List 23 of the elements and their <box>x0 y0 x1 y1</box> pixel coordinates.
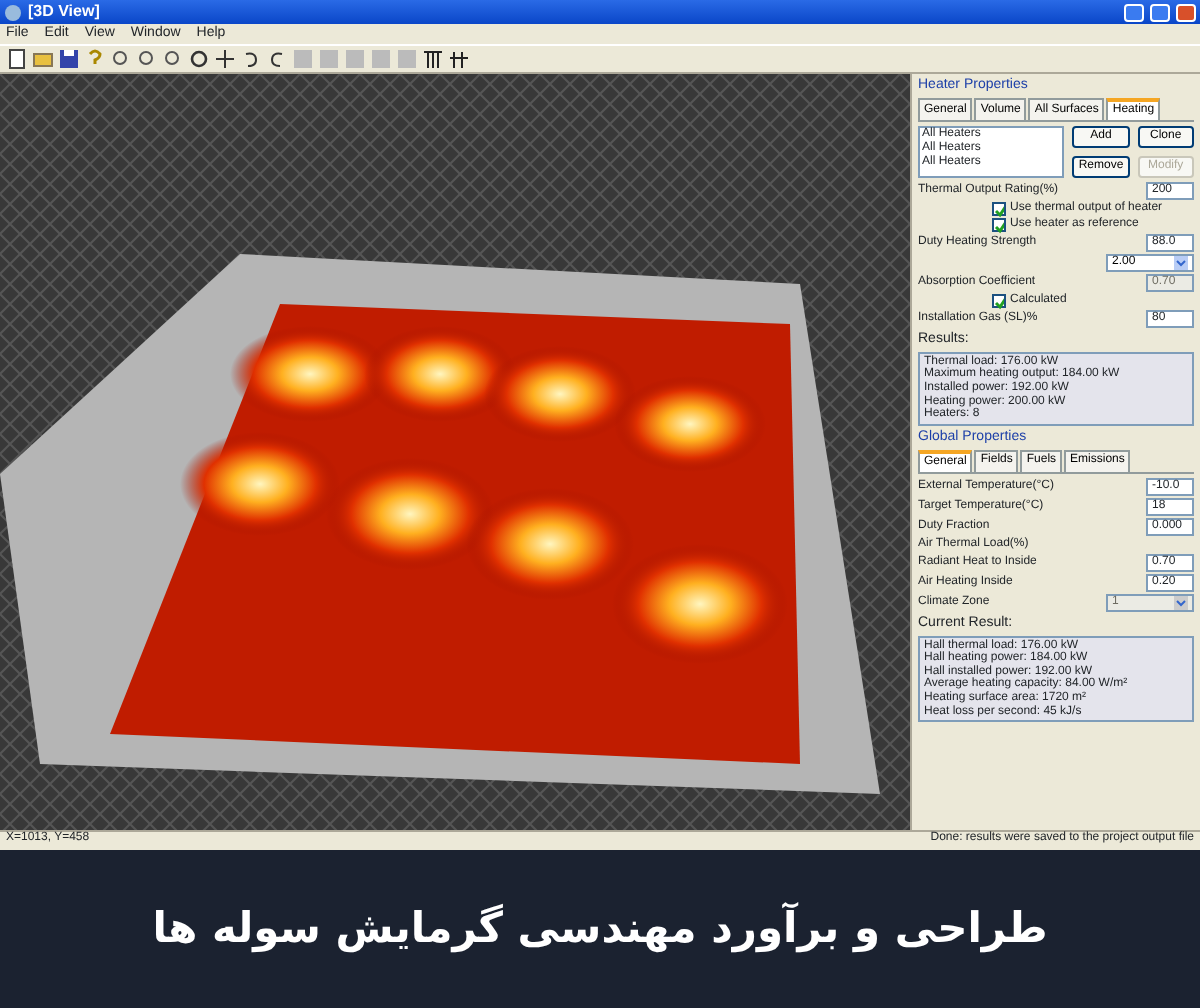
minimize-button[interactable] <box>1124 3 1144 21</box>
checkbox[interactable] <box>992 201 1006 216</box>
open-folder-icon[interactable] <box>32 48 54 70</box>
redo-icon[interactable] <box>266 48 288 70</box>
columns-icon[interactable] <box>422 48 444 70</box>
caption-text: طراحی و برآورد مهندسی گرمایش سوله ها <box>152 900 1048 957</box>
columns-icon[interactable] <box>448 48 470 70</box>
zoom-icon[interactable] <box>136 48 158 70</box>
app-icon <box>4 3 22 21</box>
dropdown-arrow-icon <box>1174 595 1188 610</box>
save-icon[interactable] <box>58 48 80 70</box>
rotate-icon[interactable] <box>188 48 210 70</box>
checkbox[interactable] <box>992 217 1006 232</box>
new-file-icon[interactable] <box>6 48 28 70</box>
dropdown-arrow-icon <box>1174 255 1188 270</box>
window-title: [3D View] <box>28 2 100 22</box>
undo-icon[interactable] <box>240 48 262 70</box>
checkbox[interactable] <box>992 293 1006 308</box>
move-icon[interactable] <box>214 48 236 70</box>
close-button[interactable] <box>1176 3 1196 21</box>
zoom-icon[interactable] <box>110 48 132 70</box>
zoom-icon[interactable] <box>162 48 184 70</box>
maximize-button[interactable] <box>1150 3 1170 21</box>
